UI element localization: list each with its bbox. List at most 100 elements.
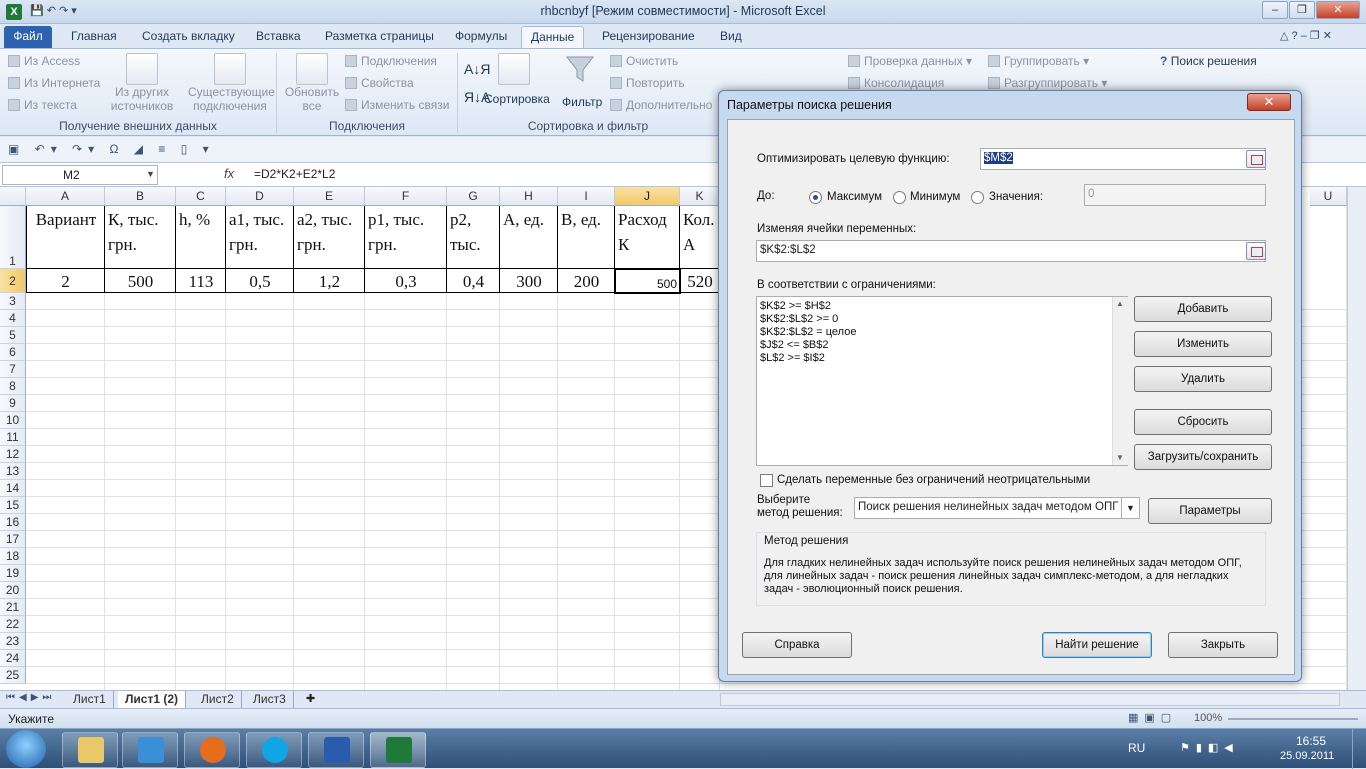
header-cell[interactable]: В, ед. bbox=[561, 207, 613, 267]
tab-page-layout[interactable]: Разметка страницы bbox=[316, 26, 443, 48]
row-header[interactable]: 24 bbox=[0, 650, 26, 667]
tray-icons[interactable]: ⚑▮◧◀ bbox=[1180, 741, 1239, 754]
firefox-task[interactable] bbox=[184, 732, 240, 768]
fx-icon[interactable]: fx bbox=[224, 166, 234, 181]
changing-ref-icon[interactable] bbox=[1246, 242, 1266, 260]
row-header[interactable]: 9 bbox=[0, 395, 26, 412]
reapply-button[interactable]: Повторить bbox=[610, 76, 685, 90]
tab-review[interactable]: Рецензирование bbox=[593, 26, 704, 48]
show-desktop-button[interactable] bbox=[1352, 729, 1366, 769]
data-cell[interactable]: 0,4 bbox=[447, 269, 500, 293]
sheet-tab[interactable]: Лист2 bbox=[194, 691, 242, 708]
column-header[interactable]: I bbox=[558, 187, 615, 206]
column-header[interactable]: G bbox=[447, 187, 500, 206]
close-window-button[interactable]: ✕ bbox=[1316, 1, 1360, 19]
advanced-filter-button[interactable]: Дополнительно bbox=[610, 98, 712, 112]
solve-button[interactable]: Найти решение bbox=[1042, 632, 1152, 658]
group-button[interactable]: Группировать ▾ bbox=[988, 54, 1089, 68]
sheet-tab[interactable]: Лист1 bbox=[66, 691, 114, 708]
help-button[interactable]: Справка bbox=[742, 632, 852, 658]
column-header[interactable]: E bbox=[294, 187, 365, 206]
value-radio[interactable] bbox=[971, 191, 984, 204]
excel-task[interactable] bbox=[370, 732, 426, 768]
language-indicator[interactable]: RU bbox=[1128, 741, 1145, 755]
row-header[interactable]: 19 bbox=[0, 565, 26, 582]
column-header[interactable]: J bbox=[615, 187, 680, 206]
constraints-list[interactable]: $K$2 >= $H$2 $K$2:$L$2 >= 0 $K$2:$L$2 = це… bbox=[756, 296, 1128, 466]
tab-formulas[interactable]: Формулы bbox=[446, 26, 516, 48]
row-header[interactable]: 21 bbox=[0, 599, 26, 616]
tab-home[interactable]: Главная bbox=[62, 26, 126, 48]
options-button[interactable]: Параметры bbox=[1148, 498, 1272, 524]
row-header[interactable]: 13 bbox=[0, 463, 26, 480]
row-header[interactable]: 25 bbox=[0, 667, 26, 684]
nonnegative-checkbox[interactable] bbox=[760, 474, 773, 487]
column-header[interactable]: C bbox=[176, 187, 226, 206]
constraint-item[interactable]: $K$2:$L$2 >= 0 bbox=[757, 313, 1127, 326]
row-header[interactable]: 22 bbox=[0, 616, 26, 633]
from-access-button[interactable]: Из Access bbox=[8, 54, 80, 68]
zoom-slider[interactable] bbox=[1228, 718, 1358, 720]
row-header[interactable]: 12 bbox=[0, 446, 26, 463]
row-header[interactable]: 20 bbox=[0, 582, 26, 599]
dialog-close-icon[interactable]: ✕ bbox=[1247, 93, 1291, 111]
data-cell[interactable]: 200 bbox=[558, 269, 615, 293]
objective-field[interactable]: $M$2 bbox=[980, 148, 1266, 170]
vertical-scrollbar[interactable] bbox=[1347, 187, 1366, 690]
new-sheet-icon[interactable]: ✚ bbox=[306, 692, 315, 705]
name-box[interactable]: M2 bbox=[2, 165, 158, 185]
data-cell[interactable]: 520 bbox=[680, 269, 720, 293]
row-header[interactable]: 16 bbox=[0, 514, 26, 531]
changing-cells-field[interactable]: $K$2:$L$2 bbox=[756, 240, 1266, 262]
header-cell[interactable]: К, тыс. грн. bbox=[108, 207, 174, 267]
row-header[interactable]: 2 bbox=[0, 269, 26, 293]
tab-insert[interactable]: Вставка bbox=[247, 26, 310, 48]
other-sources-button[interactable]: Из других источников bbox=[111, 53, 178, 113]
sort-button[interactable]: Сортировка bbox=[484, 53, 550, 106]
sheet-tab-active[interactable]: Лист1 (2) bbox=[118, 691, 187, 708]
header-cell[interactable]: А, ед. bbox=[503, 207, 556, 267]
close-dialog-button[interactable]: Закрыть bbox=[1168, 632, 1278, 658]
minimize-button[interactable]: – bbox=[1262, 1, 1288, 19]
scroll-down-icon[interactable]: ▼ bbox=[1116, 453, 1124, 462]
method-select[interactable]: Поиск решения нелинейных задач методом О… bbox=[854, 497, 1140, 519]
delete-constraint-button[interactable]: Удалить bbox=[1134, 366, 1272, 392]
data-cell[interactable]: 0,5 bbox=[226, 269, 294, 293]
scroll-up-icon[interactable]: ▲ bbox=[1116, 299, 1124, 308]
column-header[interactable]: U bbox=[1310, 187, 1347, 206]
chevron-down-icon[interactable]: ▼ bbox=[1121, 498, 1139, 518]
from-web-button[interactable]: Из Интернета bbox=[8, 76, 100, 90]
header-cell[interactable]: Расход К bbox=[618, 207, 678, 267]
row-header[interactable]: 3 bbox=[0, 293, 26, 310]
row-header[interactable]: 23 bbox=[0, 633, 26, 650]
row-header[interactable]: 10 bbox=[0, 412, 26, 429]
row-header[interactable]: 6 bbox=[0, 344, 26, 361]
row-header[interactable]: 11 bbox=[0, 429, 26, 446]
objective-ref-icon[interactable] bbox=[1246, 150, 1266, 168]
filter-button[interactable]: Фильтр bbox=[562, 53, 602, 109]
data-validation-button[interactable]: Проверка данных ▾ bbox=[848, 54, 972, 68]
data-cell[interactable]: 500 bbox=[105, 269, 176, 293]
tab-data[interactable]: Данные bbox=[521, 26, 585, 48]
constraint-item[interactable]: $L$2 >= $I$2 bbox=[757, 352, 1127, 365]
select-all-corner[interactable] bbox=[0, 187, 26, 206]
horizontal-scrollbar[interactable] bbox=[720, 693, 1340, 706]
data-cell[interactable]: 1,2 bbox=[294, 269, 365, 293]
row-header[interactable]: 8 bbox=[0, 378, 26, 395]
row-header[interactable]: 7 bbox=[0, 361, 26, 378]
row-header[interactable]: 14 bbox=[0, 480, 26, 497]
constraints-scrollbar[interactable]: ▲ ▼ bbox=[1112, 297, 1128, 465]
explorer-task[interactable] bbox=[62, 732, 118, 768]
restore-button[interactable]: ❐ bbox=[1289, 1, 1315, 19]
solver-button[interactable]: ? Поиск решения bbox=[1160, 54, 1257, 68]
start-button[interactable] bbox=[6, 730, 46, 768]
constraint-item[interactable]: $J$2 <= $B$2 bbox=[757, 339, 1127, 352]
load-save-button[interactable]: Загрузить/сохранить bbox=[1134, 444, 1272, 470]
formula-input[interactable]: =D2*K2+E2*L2 bbox=[254, 167, 335, 181]
clock-date[interactable]: 25.09.2011 bbox=[1280, 750, 1334, 762]
clock-time[interactable]: 16:55 bbox=[1296, 734, 1326, 748]
row-header[interactable]: 17 bbox=[0, 531, 26, 548]
column-header[interactable]: A bbox=[26, 187, 105, 206]
reset-button[interactable]: Сбросить bbox=[1134, 409, 1272, 435]
clear-filter-button[interactable]: Очистить bbox=[610, 54, 678, 68]
